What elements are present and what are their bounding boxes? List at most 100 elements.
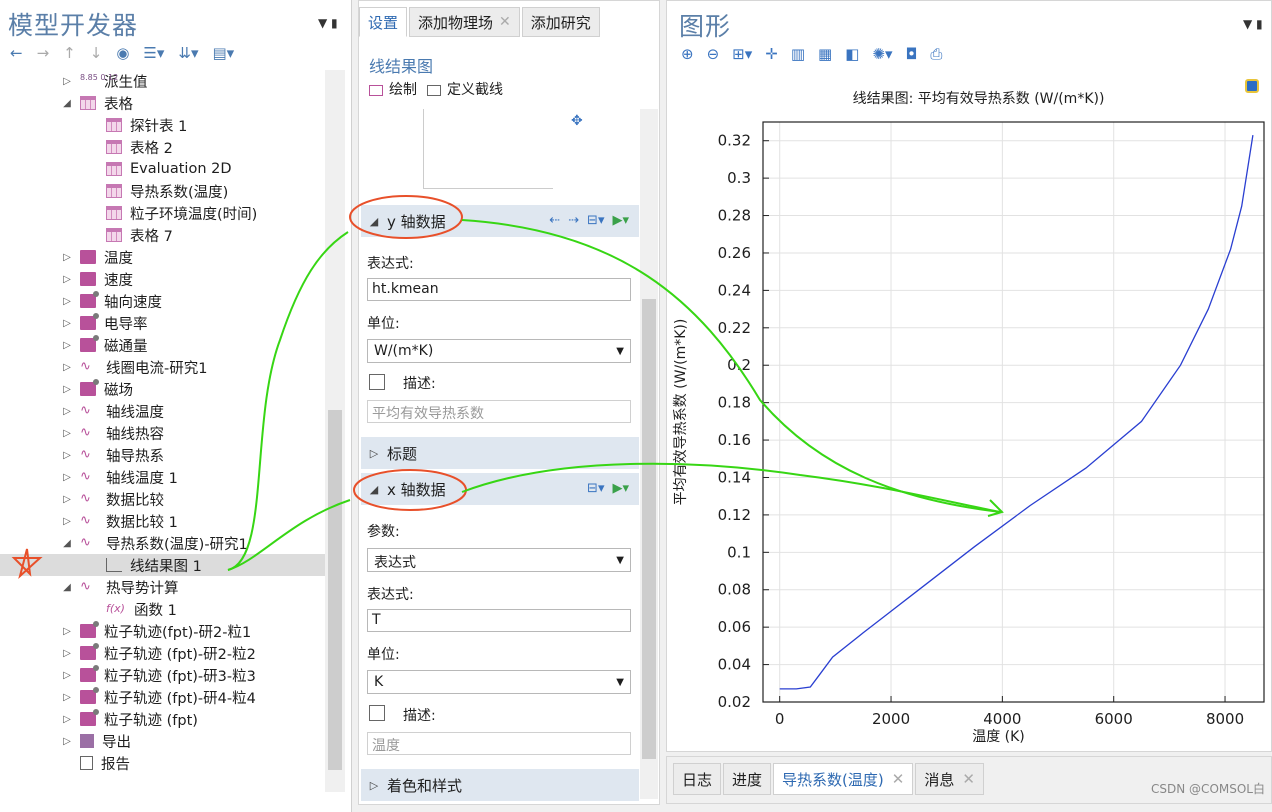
tree-item[interactable]: ▷ 8.85 0.12 派生值: [0, 70, 325, 92]
tab-add-physics[interactable]: 添加物理场 ✕: [409, 7, 520, 37]
x-unit-select[interactable]: K ▼: [367, 670, 631, 694]
arrow-right-icon[interactable]: ⇢: [568, 213, 579, 228]
move-up-icon[interactable]: ↑: [63, 44, 76, 62]
line-plot[interactable]: 线结果图: 平均有效导热系数 (W/(m*K)) 0 2000 4000 6000 800…: [667, 1, 1272, 753]
tab-add-study[interactable]: 添加研究: [521, 7, 600, 37]
tree-item[interactable]: ▷ 磁通量: [0, 334, 325, 356]
tree-item[interactable]: ◢ 表格: [0, 92, 325, 114]
expand-icon[interactable]: ▷: [60, 362, 74, 373]
expand-icon[interactable]: ▷: [60, 252, 74, 263]
x-parameter-select[interactable]: 表达式 ▼: [367, 548, 631, 572]
tree-item[interactable]: ▷ ∿ 线圈电流-研究1: [0, 356, 325, 378]
y-description-input[interactable]: 平均有效导热系数: [367, 400, 631, 423]
tree-item[interactable]: ▷ ∿ 轴线温度 1: [0, 466, 325, 488]
x-description-checkbox[interactable]: [369, 705, 385, 721]
x-axis-section-header[interactable]: ◢ x 轴数据 ⊟▾ ▶▾: [361, 473, 639, 505]
tree-item[interactable]: ▷ 导出: [0, 730, 325, 752]
y-unit-select[interactable]: W/(m*K) ▼: [367, 339, 631, 363]
expand-icon[interactable]: ▷: [60, 428, 74, 439]
tree-item[interactable]: 探针表 1: [0, 114, 325, 136]
expand-icon[interactable]: ▷: [60, 626, 74, 637]
tree-item[interactable]: ▷ 粒子轨迹 (fpt)-研3-粒3: [0, 664, 325, 686]
tree-item[interactable]: ◢ ∿ 热导势计算: [0, 576, 325, 598]
x-expression-input[interactable]: T: [367, 609, 631, 632]
close-icon[interactable]: ✕: [499, 14, 511, 30]
tree-item[interactable]: 表格 7: [0, 224, 325, 246]
tree-item[interactable]: ▷ 轴向速度: [0, 290, 325, 312]
tab-label: 导热系数(温度): [782, 770, 884, 789]
tab-progress[interactable]: 进度: [723, 763, 772, 795]
expand-icon[interactable]: ▷: [60, 384, 74, 395]
tree-item[interactable]: ▷ ∿ 数据比较: [0, 488, 325, 510]
close-icon[interactable]: ✕: [962, 770, 975, 788]
settings-scrollbar[interactable]: [640, 109, 658, 799]
y-description-checkbox[interactable]: [369, 374, 385, 390]
tree-item[interactable]: Evaluation 2D: [0, 158, 325, 180]
title-section-header[interactable]: ▷ 标题: [361, 437, 639, 469]
collapse-icon[interactable]: ◢: [60, 98, 74, 109]
tree-item[interactable]: ▷ 粒子轨迹 (fpt): [0, 708, 325, 730]
tree-item[interactable]: ▷ ∿ 数据比较 1: [0, 510, 325, 532]
sort-icon[interactable]: ⇊▾: [178, 44, 198, 62]
move-down-icon[interactable]: ↓: [90, 44, 103, 62]
tab-table-conductivity[interactable]: 导热系数(温度) ✕: [773, 763, 914, 795]
color-flag-icon[interactable]: ▶▾: [612, 213, 629, 228]
close-icon[interactable]: ✕: [892, 770, 905, 788]
pane-menu-icon[interactable]: ▼ ▮: [318, 16, 338, 30]
expand-icon[interactable]: ▷: [60, 274, 74, 285]
expand-icon[interactable]: ▷: [60, 714, 74, 725]
insert-icon[interactable]: ⊟▾: [587, 213, 604, 228]
move-icon[interactable]: ✥: [571, 113, 583, 129]
tree-item[interactable]: ▷ ∿ 轴线温度: [0, 400, 325, 422]
tree-item[interactable]: 粒子环境温度(时间): [0, 202, 325, 224]
tree-item[interactable]: f(x) 函数 1: [0, 598, 325, 620]
expand-icon[interactable]: ▷: [60, 648, 74, 659]
collapse-icon[interactable]: ◢: [60, 538, 74, 549]
back-arrow-icon[interactable]: ←: [10, 44, 23, 62]
expand-tree-icon[interactable]: ☰▾: [143, 44, 164, 62]
tree-item[interactable]: ▷ ∿ 轴线热容: [0, 422, 325, 444]
expand-icon[interactable]: ▷: [60, 472, 74, 483]
color-style-section-header[interactable]: ▷ 着色和样式: [361, 769, 639, 801]
color-flag-icon[interactable]: ▶▾: [612, 481, 629, 496]
collapse-icon[interactable]: ◢: [60, 582, 74, 593]
tree-item[interactable]: ▷ 粒子轨迹(fpt)-研2-粒1: [0, 620, 325, 642]
tab-settings[interactable]: 设置: [359, 7, 408, 37]
x-description-input[interactable]: 温度: [367, 732, 631, 755]
expand-icon[interactable]: ▷: [60, 494, 74, 505]
expand-icon[interactable]: ▷: [60, 692, 74, 703]
tab-log[interactable]: 日志: [673, 763, 722, 795]
insert-icon[interactable]: ⊟▾: [587, 481, 604, 496]
tree-item[interactable]: ◢ ∿ 导热系数(温度)-研究1: [0, 532, 325, 554]
define-cutline-button[interactable]: 定义截线: [427, 79, 503, 99]
expand-icon[interactable]: ▷: [60, 296, 74, 307]
tree-item[interactable]: ▷ 电导率: [0, 312, 325, 334]
tree-item[interactable]: 导热系数(温度): [0, 180, 325, 202]
expand-icon[interactable]: ▷: [60, 670, 74, 681]
list-view-icon[interactable]: ▤▾: [213, 44, 235, 62]
tree-item[interactable]: ▷ 粒子轨迹 (fpt)-研2-粒2: [0, 642, 325, 664]
tree-item[interactable]: 表格 2: [0, 136, 325, 158]
tree-item[interactable]: 报告: [0, 752, 325, 774]
tree-item[interactable]: ▷ 速度: [0, 268, 325, 290]
forward-arrow-icon[interactable]: →: [37, 44, 50, 62]
expand-icon[interactable]: ▷: [60, 516, 74, 527]
tree-item[interactable]: ▷ ∿ 轴导热系: [0, 444, 325, 466]
arrow-left-icon[interactable]: ⇠: [549, 213, 560, 228]
tree-item[interactable]: ▷ 磁场: [0, 378, 325, 400]
show-icon[interactable]: ◉: [116, 44, 129, 62]
expand-icon[interactable]: ▷: [60, 340, 74, 351]
plot-button[interactable]: 绘制: [369, 79, 417, 99]
tab-messages[interactable]: 消息 ✕: [915, 763, 984, 795]
expand-icon[interactable]: ▷: [60, 76, 74, 87]
tree-item[interactable]: ▷ 温度: [0, 246, 325, 268]
tree-item[interactable]: ▷ 粒子轨迹 (fpt)-研4-粒4: [0, 686, 325, 708]
tree-item[interactable]: 线结果图 1: [0, 554, 325, 576]
y-axis-section-header[interactable]: ◢ y 轴数据 ⇠ ⇢ ⊟▾ ▶▾: [361, 205, 639, 237]
expand-icon[interactable]: ▷: [60, 406, 74, 417]
expand-icon[interactable]: ▷: [60, 736, 74, 747]
expand-icon[interactable]: ▷: [60, 318, 74, 329]
expand-icon[interactable]: ▷: [60, 450, 74, 461]
y-expression-input[interactable]: ht.kmean: [367, 278, 631, 301]
tree-scrollbar[interactable]: [325, 70, 345, 792]
